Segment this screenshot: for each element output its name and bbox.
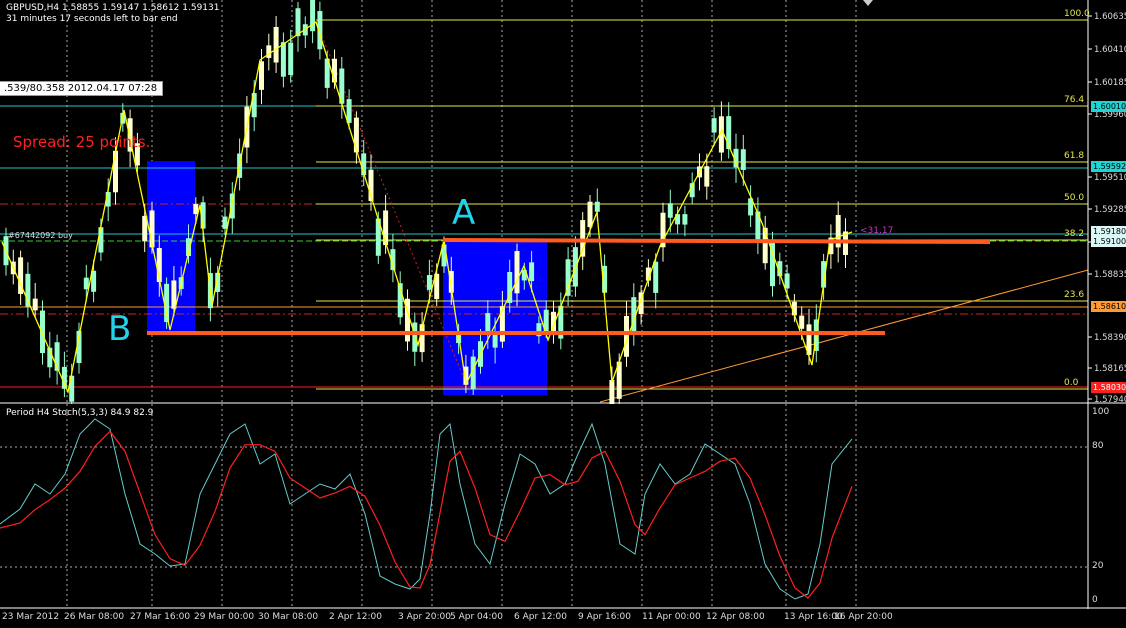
time-tick: 9 Apr 16:00 <box>578 612 631 622</box>
stoch-label: Period H4 Stoch(5,3,3) 84.9 82.9 <box>6 408 154 418</box>
stoch-axis-80: 80 <box>1092 441 1104 451</box>
trendline[interactable] <box>599 269 1089 403</box>
crosshair-tooltip: .539/80.358 2012.04.17 07:28 <box>0 81 164 96</box>
price-tick: 1.60635 <box>1094 12 1126 22</box>
candle-body <box>259 61 264 90</box>
candle-body <box>266 45 272 58</box>
candle-body <box>499 306 505 342</box>
time-tick: 3 Apr 20:00 <box>398 612 451 622</box>
candle-body <box>83 277 89 290</box>
candle-body <box>514 251 520 294</box>
candle-body <box>799 315 805 329</box>
stoch-axis-0: 0 <box>1092 595 1098 605</box>
time-tick: 6 Apr 12:00 <box>514 612 567 622</box>
candle-body <box>667 203 673 218</box>
time-tick: 29 Mar 00:00 <box>194 612 255 622</box>
candle-body <box>682 214 688 225</box>
price-tag: 1.60010 <box>1091 101 1126 112</box>
time-tick: 2 Apr 12:00 <box>329 612 382 622</box>
fib-label: 0.0 <box>1064 378 1079 388</box>
time-tick: 16 Apr 20:00 <box>834 612 893 622</box>
price-tag: 1.59592 <box>1091 161 1126 172</box>
candle-body <box>587 201 593 228</box>
candle-body <box>485 312 491 334</box>
candle-body <box>740 149 746 170</box>
marker-b: B <box>108 309 132 349</box>
candle-body <box>704 166 710 187</box>
candle-body <box>529 262 535 282</box>
fib-label: 23.6 <box>1064 290 1085 300</box>
fib-label: 38.2 <box>1064 229 1085 239</box>
candle-body <box>61 366 67 389</box>
stoch-main-line <box>0 418 853 600</box>
candle-body <box>426 275 432 290</box>
candle-body <box>113 150 118 193</box>
marker-a: A <box>452 193 476 233</box>
time-tick: 23 Mar 2012 <box>2 612 60 622</box>
candle-body <box>310 0 316 32</box>
candle-body <box>784 273 790 289</box>
fib-label: 50.0 <box>1064 193 1085 203</box>
candle-body <box>229 193 235 219</box>
price-tick: 1.59510 <box>1094 173 1126 183</box>
resistance-line-a[interactable] <box>442 238 991 244</box>
candle-body <box>653 261 659 293</box>
price-axis-ticks: 1.606351.604101.601851.599601.595101.592… <box>1088 12 1126 404</box>
scroll-arrow-icon[interactable] <box>863 0 873 6</box>
candle-body <box>280 42 286 77</box>
price-tick: 1.57940 <box>1094 395 1126 404</box>
fib-label: 100.0 <box>1064 9 1090 19</box>
symbol-header: GBPUSD,H4 1.58855 1.59147 1.58612 1.5913… <box>6 3 220 13</box>
cursor-readout: <31.17 <box>860 226 894 236</box>
fib-label: 76.4 <box>1064 95 1085 105</box>
price-tick: 1.60185 <box>1094 78 1126 88</box>
candle-body <box>412 322 418 352</box>
candle-body <box>295 8 301 37</box>
time-tick: 26 Mar 08:00 <box>64 612 125 622</box>
candle-body <box>222 216 228 229</box>
time-tick: 27 Mar 16:00 <box>130 612 191 622</box>
candle-body <box>98 227 104 253</box>
stochastic-panel[interactable] <box>0 404 1126 609</box>
price-tick: 1.59285 <box>1094 205 1126 215</box>
candle-body <box>40 310 45 354</box>
price-tag: 1.58030 <box>1091 382 1126 393</box>
price-tag: 1.59100 <box>1091 236 1126 247</box>
order-label[interactable]: #67442092 buy <box>8 231 73 240</box>
price-tick: 1.60410 <box>1094 45 1126 55</box>
time-tick: 30 Mar 08:00 <box>258 612 319 622</box>
spread-label: Spread: 25 points. <box>13 133 151 151</box>
price-tick: 1.58165 <box>1094 364 1126 374</box>
candle-body <box>273 26 279 63</box>
price-tick: 1.58835 <box>1094 270 1126 280</box>
time-tick: 11 Apr 00:00 <box>642 612 701 622</box>
price-chart[interactable]: 1.606351.604101.601851.599601.595101.592… <box>0 0 1126 404</box>
candle-body <box>755 211 761 241</box>
price-tag: 1.58610 <box>1091 301 1126 312</box>
candle-body <box>353 117 359 153</box>
time-tick: 12 Apr 08:00 <box>706 612 765 622</box>
time-tick: 5 Apr 04:00 <box>450 612 503 622</box>
bar-timer: 31 minutes 17 seconds left to bar end <box>6 14 178 24</box>
candle-body <box>32 298 38 311</box>
candle-body <box>288 42 294 75</box>
candle-body <box>383 210 389 246</box>
candle-body <box>594 201 600 212</box>
fib-label: 61.8 <box>1064 151 1085 161</box>
candle-body <box>609 380 615 404</box>
stoch-axis-100: 100 <box>1092 407 1110 417</box>
candle-body <box>711 118 717 133</box>
stoch-axis-20: 20 <box>1092 561 1104 571</box>
price-tick: 1.58390 <box>1094 333 1126 343</box>
